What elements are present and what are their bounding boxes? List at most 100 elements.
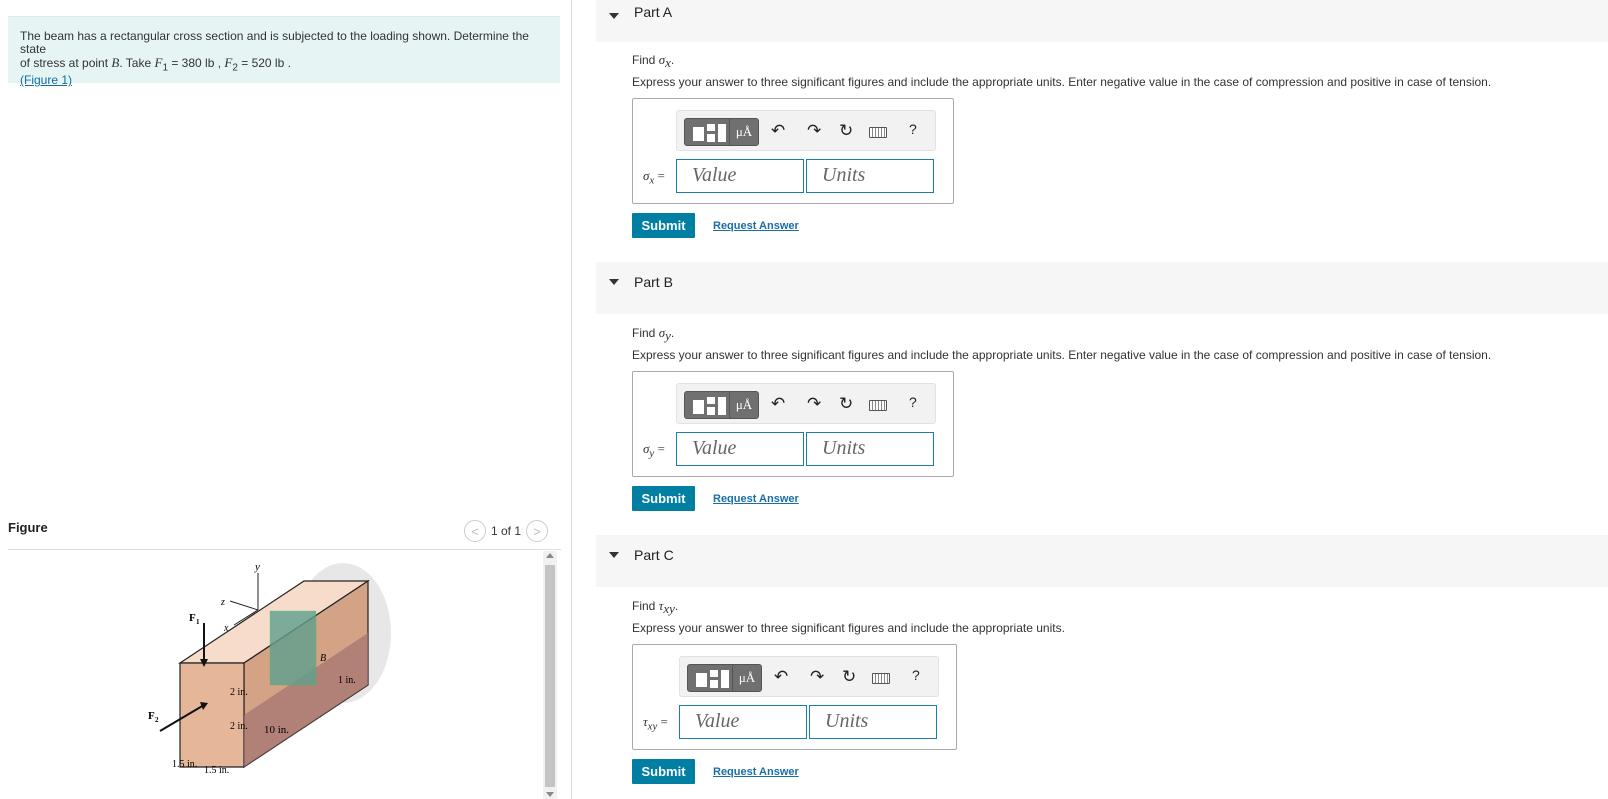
- find-period: .: [674, 599, 679, 613]
- find-text: Find: [632, 53, 659, 67]
- templates-icon[interactable]: [684, 391, 734, 419]
- reset-icon[interactable]: ↻: [839, 121, 853, 141]
- f1-label-sub: 1: [196, 618, 200, 626]
- collapse-triangle-icon[interactable]: [609, 279, 619, 285]
- y-axis-label: y: [254, 561, 260, 573]
- part-b-header[interactable]: Part B: [596, 262, 1608, 314]
- tau-xy-label: τxy =: [643, 714, 668, 733]
- z-axis: [229, 600, 259, 611]
- dim-2in-upper: 2 in.: [230, 687, 248, 698]
- beam-diagram: y z x F 1 F 2 B 2 in. 2 in. 1 in. 10 in.…: [148, 561, 391, 776]
- part-c-instructions: Express your answer to three significant…: [632, 621, 1065, 635]
- prev-figure-button[interactable]: <: [464, 520, 486, 542]
- reset-icon[interactable]: ↻: [842, 667, 856, 687]
- figure-divider: [8, 549, 561, 550]
- problem-line-2: of stress at point B. Take F1 = 380 lb ,…: [20, 56, 548, 74]
- find-text: Find: [632, 599, 659, 613]
- request-answer-link[interactable]: Request Answer: [713, 766, 799, 778]
- var-equals: =: [657, 714, 668, 729]
- redo-icon[interactable]: ↷: [810, 667, 824, 687]
- help-icon[interactable]: ?: [912, 667, 920, 683]
- dim-10in: 10 in.: [264, 724, 289, 736]
- reset-icon[interactable]: ↻: [839, 394, 853, 414]
- scroll-thumb[interactable]: [545, 565, 555, 787]
- value-input[interactable]: Value: [676, 159, 804, 193]
- problem-text: . Take: [119, 56, 155, 70]
- units-mu-icon[interactable]: μÅ: [729, 118, 759, 146]
- panel-divider: [571, 0, 572, 799]
- figure-image: y z x F 1 F 2 B 2 in. 2 in. 1 in. 10 in.…: [8, 553, 543, 799]
- keyboard-icon[interactable]: [869, 127, 887, 138]
- math-toolbar: μÅ ↶ ↷ ↻ ?: [676, 383, 936, 424]
- left-panel: The beam has a rectangular cross section…: [0, 0, 570, 799]
- dim-1-5in-right: 1.5 in.: [204, 765, 229, 776]
- units-input[interactable]: Units: [806, 159, 934, 193]
- part-b-instructions: Express your answer to three significant…: [632, 348, 1492, 362]
- collapse-triangle-icon[interactable]: [609, 13, 619, 19]
- find-text: Find: [632, 326, 659, 340]
- math-toolbar: μÅ ↶ ↷ ↻ ?: [676, 110, 936, 151]
- f1-value: = 380 lb ,: [168, 56, 225, 70]
- submit-button[interactable]: Submit: [632, 213, 695, 238]
- x-axis-label: x: [223, 623, 229, 634]
- part-a-find: Find σx.: [632, 52, 674, 71]
- dim-1in: 1 in.: [338, 675, 356, 686]
- redo-icon[interactable]: ↷: [807, 121, 821, 141]
- dim-2in-lower: 2 in.: [230, 721, 248, 732]
- keyboard-icon[interactable]: [869, 400, 887, 411]
- part-c-find: Find τxy.: [632, 598, 678, 617]
- scroll-up-arrow-icon[interactable]: [546, 553, 554, 558]
- f2-label-sub: 2: [155, 716, 159, 724]
- submit-button[interactable]: Submit: [632, 486, 695, 511]
- submit-button[interactable]: Submit: [632, 759, 695, 784]
- f1-label: F: [189, 612, 196, 624]
- point-b-label: B: [320, 653, 326, 664]
- var-equals: =: [654, 441, 665, 456]
- redo-icon[interactable]: ↷: [807, 394, 821, 414]
- request-answer-link[interactable]: Request Answer: [713, 493, 799, 505]
- value-input[interactable]: Value: [679, 705, 807, 739]
- units-mu-icon[interactable]: μÅ: [729, 391, 759, 419]
- figure-heading: Figure: [8, 520, 48, 535]
- part-b-answer-box: μÅ ↶ ↷ ↻ ? σy = Value Units: [632, 371, 954, 477]
- problem-text: of stress at point: [20, 56, 112, 70]
- value-input[interactable]: Value: [676, 432, 804, 466]
- find-period: .: [670, 326, 675, 340]
- part-c-answer-box: μÅ ↶ ↷ ↻ ? τxy = Value Units: [632, 644, 957, 750]
- math-toolbar: μÅ ↶ ↷ ↻ ?: [679, 656, 939, 697]
- help-icon[interactable]: ?: [909, 121, 917, 137]
- templates-icon[interactable]: [684, 118, 734, 146]
- units-input[interactable]: Units: [809, 705, 937, 739]
- undo-icon[interactable]: ↶: [771, 394, 785, 414]
- section-plane: [269, 610, 317, 686]
- request-answer-link[interactable]: Request Answer: [713, 220, 799, 232]
- part-b-title: Part B: [634, 274, 673, 290]
- var-equals: =: [654, 168, 665, 183]
- help-icon[interactable]: ?: [909, 394, 917, 410]
- problem-statement: The beam has a rectangular cross section…: [8, 16, 560, 87]
- beam-front-face: [179, 662, 245, 768]
- figure-link[interactable]: (Figure 1): [20, 73, 72, 87]
- sigma-y-label: σy =: [643, 441, 665, 460]
- dim-1-5in-left: 1.5 in.: [172, 759, 197, 770]
- part-a-title: Part A: [634, 4, 673, 20]
- units-mu-icon[interactable]: μÅ: [732, 664, 762, 692]
- keyboard-icon[interactable]: [872, 673, 890, 684]
- figure-page-count: 1 of 1: [491, 524, 522, 538]
- find-subscript: xy: [663, 601, 675, 617]
- part-c-header[interactable]: Part C: [596, 535, 1608, 587]
- figure-scrollbar[interactable]: [543, 551, 557, 799]
- var-subscript: xy: [647, 720, 658, 733]
- undo-icon[interactable]: ↶: [771, 121, 785, 141]
- units-input[interactable]: Units: [806, 432, 934, 466]
- collapse-triangle-icon[interactable]: [609, 552, 619, 558]
- f2-label: F: [148, 710, 155, 722]
- part-a-instructions: Express your answer to three significant…: [632, 75, 1492, 89]
- part-c-title: Part C: [634, 547, 674, 563]
- next-figure-button[interactable]: >: [526, 520, 549, 542]
- undo-icon[interactable]: ↶: [774, 667, 788, 687]
- scroll-down-arrow-icon[interactable]: [546, 792, 554, 797]
- part-a-header[interactable]: Part A: [596, 0, 1608, 42]
- z-axis-label: z: [220, 597, 225, 608]
- templates-icon[interactable]: [687, 664, 737, 692]
